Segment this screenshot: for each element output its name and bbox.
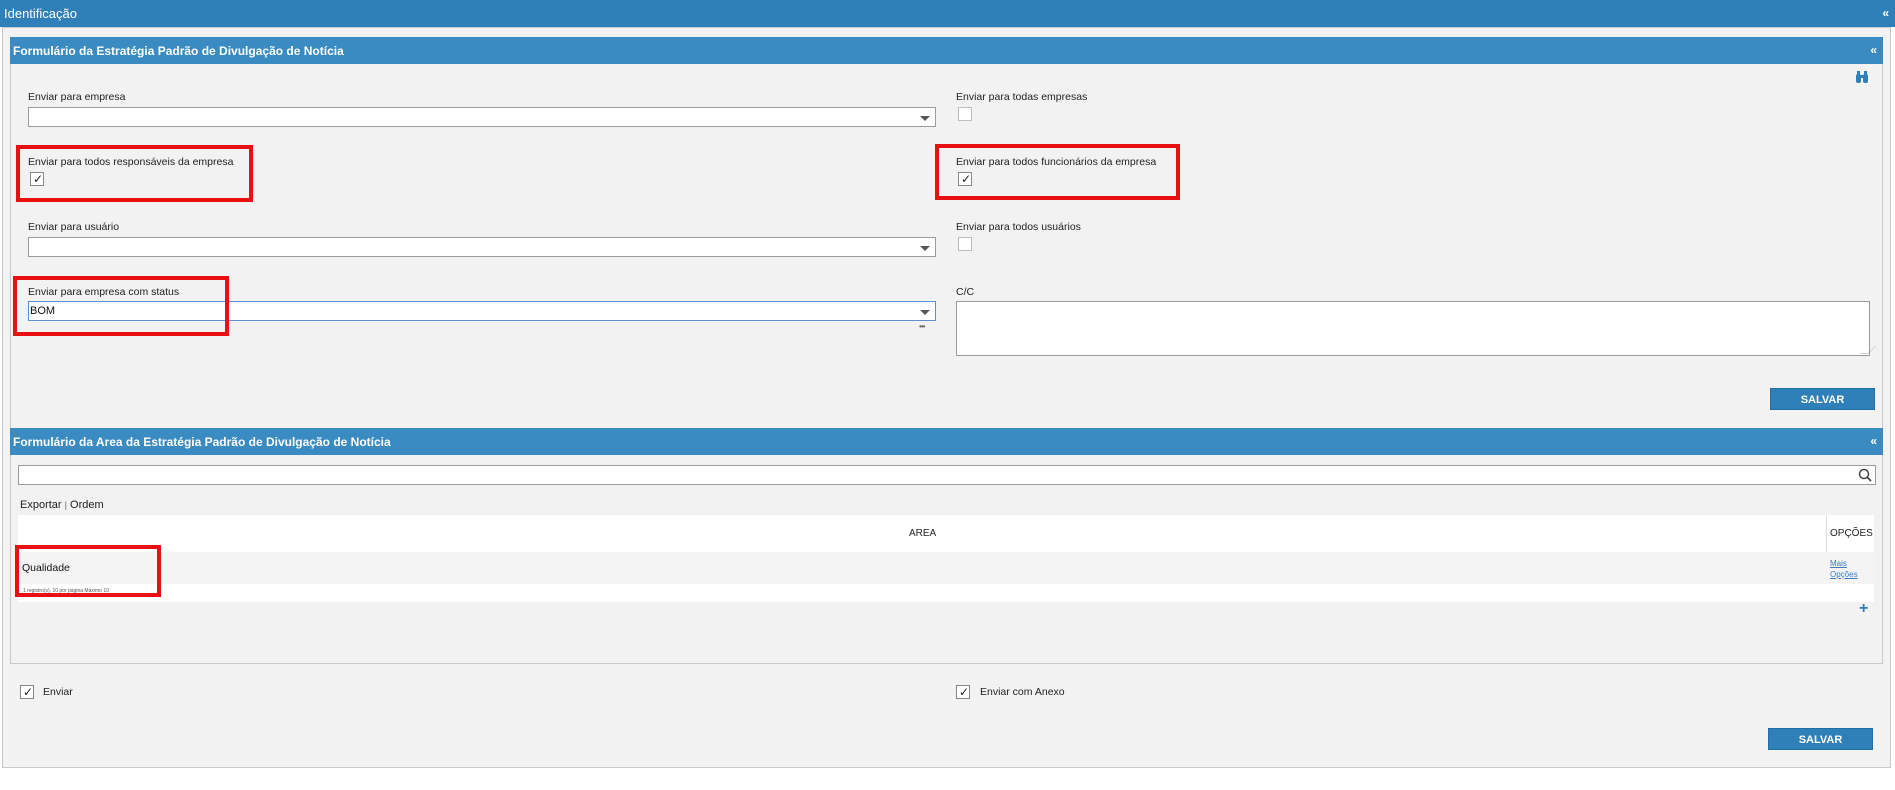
form1-title: Formulário da Estratégia Padrão de Divul… xyxy=(13,44,344,58)
header-collapse-icon[interactable]: « xyxy=(1882,6,1889,20)
check-icon: ✓ xyxy=(959,685,970,699)
toolbar-separator: | xyxy=(64,500,67,510)
send-label: Enviar xyxy=(43,686,73,698)
more-options-link[interactable]: Mais xyxy=(1830,559,1847,568)
form2-collapse-icon[interactable]: « xyxy=(1870,434,1877,448)
binoculars-icon[interactable] xyxy=(1855,71,1869,84)
grid-footer: 1 registro(s), 10 por página Máximo 10 xyxy=(18,584,1874,602)
identificacao-header: Identificação « xyxy=(0,0,1895,27)
grid-header: AREA OPÇÕES xyxy=(18,515,1874,552)
send-company-select[interactable] xyxy=(28,107,936,127)
form2-title: Formulário da Area da Estratégia Padrão … xyxy=(13,435,391,449)
form2-header: Formulário da Area da Estratégia Padrão … xyxy=(10,428,1883,455)
send-all-users-label: Enviar para todos usuários xyxy=(956,221,1081,233)
grid-toolbar: Exportar | Ordem xyxy=(20,499,104,511)
column-header-area[interactable]: AREA xyxy=(909,528,936,539)
send-all-companies-checkbox[interactable] xyxy=(958,107,972,121)
search-input[interactable] xyxy=(18,465,1876,485)
form1-collapse-icon[interactable]: « xyxy=(1870,43,1877,57)
form1-save-button[interactable]: SALVAR xyxy=(1770,388,1875,410)
send-attachment-label: Enviar com Anexo xyxy=(980,686,1065,698)
chevron-down-icon xyxy=(920,116,930,121)
highlight-box-area-row xyxy=(15,545,161,597)
send-checkbox[interactable]: ✓ xyxy=(20,685,34,699)
send-all-companies-label: Enviar para todas empresas xyxy=(956,91,1088,103)
chevron-down-icon xyxy=(920,310,930,315)
highlight-box-status xyxy=(13,276,229,336)
export-link[interactable]: Exportar xyxy=(20,499,62,511)
send-user-label: Enviar para usuário xyxy=(28,221,120,233)
table-row[interactable]: Qualidade Mais Opções xyxy=(18,552,1874,584)
chevron-down-icon xyxy=(920,246,930,251)
more-options-icon[interactable]: ••• xyxy=(919,322,925,331)
form1-header: Formulário da Estratégia Padrão de Divul… xyxy=(10,37,1883,64)
add-icon[interactable]: + xyxy=(1859,600,1868,618)
column-divider xyxy=(1826,515,1827,552)
header-title: Identificação xyxy=(4,6,77,21)
cc-textarea[interactable] xyxy=(956,301,1876,356)
send-attachment-checkbox[interactable]: ✓ xyxy=(956,685,970,699)
search-icon[interactable] xyxy=(1858,468,1872,482)
send-company-label: Enviar para empresa xyxy=(28,91,126,103)
send-all-users-checkbox[interactable] xyxy=(958,237,972,251)
bottom-save-button[interactable]: SALVAR xyxy=(1768,728,1873,750)
send-user-select[interactable] xyxy=(28,237,936,257)
cc-label: C/C xyxy=(956,286,975,298)
order-link[interactable]: Ordem xyxy=(70,499,104,511)
column-header-options: OPÇÕES xyxy=(1830,528,1873,539)
highlight-box-employees xyxy=(935,144,1180,200)
row-options-cell: Mais Opções xyxy=(1830,558,1858,580)
highlight-box-managers xyxy=(16,145,253,202)
check-icon: ✓ xyxy=(23,685,34,699)
more-options-link-line2[interactable]: Opções xyxy=(1830,570,1858,579)
